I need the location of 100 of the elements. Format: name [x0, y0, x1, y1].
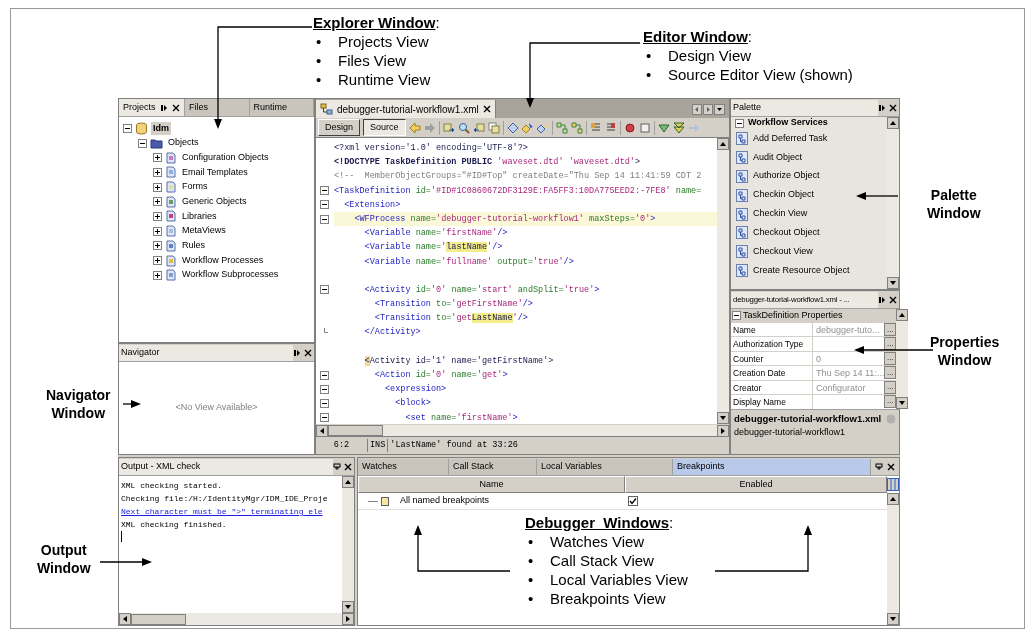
expander-icon[interactable]	[123, 123, 132, 133]
scroll-left-icon[interactable]	[119, 613, 131, 625]
close-icon[interactable]	[304, 348, 312, 357]
view-tab[interactable]: Design	[318, 119, 360, 136]
minimize-icon[interactable]	[878, 295, 886, 304]
palette-item[interactable]: Checkout View	[753, 245, 813, 259]
ellipsis-button[interactable]: ...	[884, 380, 897, 394]
scrollbar-thumb[interactable]	[131, 613, 186, 625]
scroll-up-icon[interactable]	[887, 493, 899, 505]
expander-icon[interactable]	[138, 138, 147, 148]
scroll-right-icon[interactable]	[717, 424, 729, 437]
pin-icon[interactable]	[333, 462, 341, 471]
scroll-up-icon[interactable]	[342, 476, 354, 488]
palette-item[interactable]: Create Resource Object	[753, 263, 850, 278]
double-triangle-icon[interactable]	[672, 121, 685, 134]
expander-icon[interactable]	[153, 182, 162, 192]
close-icon[interactable]	[171, 103, 180, 112]
square-icon[interactable]	[638, 121, 651, 134]
expander-icon[interactable]	[153, 153, 162, 163]
palette-category[interactable]: Workflow Services	[748, 117, 828, 130]
fold-icon[interactable]	[319, 200, 329, 210]
expander-icon[interactable]	[735, 118, 744, 128]
checkbox[interactable]	[628, 496, 638, 506]
minimize-icon[interactable]	[878, 103, 886, 112]
palette-item[interactable]: Authorize Object	[753, 169, 820, 183]
expander-icon[interactable]	[153, 241, 162, 251]
expander-icon[interactable]	[153, 211, 162, 221]
triangle-down-icon[interactable]	[657, 121, 670, 134]
expander-icon[interactable]	[732, 311, 741, 320]
debugger-tab[interactable]: Watches	[358, 458, 449, 475]
dropdown-icon[interactable]	[714, 104, 725, 115]
diamond-arrow-icon[interactable]	[521, 121, 534, 134]
close-icon[interactable]	[887, 462, 895, 471]
pin-icon[interactable]	[875, 462, 883, 471]
scrollbar-thumb[interactable]	[328, 425, 383, 436]
palette-item[interactable]: Checkin View	[753, 207, 808, 221]
debugger-tab[interactable]: Call Stack	[449, 458, 537, 475]
expander-icon[interactable]	[153, 197, 162, 207]
scroll-tabs-right-icon[interactable]	[703, 104, 713, 115]
panel-tab[interactable]: Projects	[119, 99, 185, 116]
column-header[interactable]: Name	[358, 476, 625, 493]
column-header[interactable]: Enabled	[625, 476, 887, 493]
scroll-up-icon[interactable]	[896, 309, 909, 321]
close-icon[interactable]	[889, 103, 897, 112]
tree-item[interactable]: Objects	[166, 136, 201, 150]
minimize-icon[interactable]	[159, 103, 168, 112]
scroll-left-icon[interactable]	[316, 424, 328, 437]
minimize-icon[interactable]	[293, 348, 301, 357]
expander-icon[interactable]	[153, 270, 162, 280]
output-link[interactable]: Next character must be ">" terminating ele	[121, 505, 342, 518]
tree-item[interactable]: Generic Objects	[180, 195, 249, 209]
fold-icon[interactable]	[319, 285, 329, 295]
property-value[interactable]: 0	[813, 351, 885, 366]
fold-icon[interactable]	[319, 214, 329, 224]
tree-item[interactable]: MetaViews	[180, 224, 228, 238]
documents-icon[interactable]	[487, 121, 500, 134]
vertical-scrollbar[interactable]	[887, 117, 899, 289]
panel-tab[interactable]: Files	[185, 99, 250, 116]
tree-item[interactable]: Libraries	[180, 209, 219, 224]
vertical-scrollbar[interactable]	[896, 309, 909, 409]
scroll-down-icon[interactable]	[896, 397, 909, 409]
ellipsis-button[interactable]: ...	[884, 394, 897, 408]
document-arrow-icon[interactable]	[472, 121, 485, 134]
tree-item[interactable]: Workflow Processes	[180, 253, 266, 268]
vertical-scrollbar[interactable]	[887, 493, 899, 625]
tree-item[interactable]: Forms	[180, 180, 210, 194]
palette-item[interactable]: Checkout Object	[753, 226, 820, 240]
horizontal-scrollbar[interactable]	[316, 424, 729, 436]
diamond-arrow-icon[interactable]	[536, 121, 549, 134]
scroll-down-icon[interactable]	[342, 601, 354, 613]
expander-icon[interactable]	[153, 167, 162, 177]
close-icon[interactable]	[344, 462, 352, 471]
debugger-tab[interactable]: Local Variables	[537, 458, 673, 475]
scroll-down-icon[interactable]	[887, 613, 899, 625]
tree-item[interactable]: Rules	[180, 239, 207, 253]
fold-icon[interactable]	[319, 384, 329, 394]
tree-item[interactable]: Idm	[151, 121, 171, 136]
ellipsis-button[interactable]: ...	[884, 323, 897, 336]
ellipsis-button[interactable]: ...	[884, 366, 897, 380]
palette-item[interactable]: Add Deferred Task	[753, 131, 828, 146]
fold-icon[interactable]	[319, 370, 329, 380]
vertical-scrollbar[interactable]	[717, 138, 729, 424]
scroll-up-icon[interactable]	[717, 138, 729, 150]
scroll-right-icon[interactable]	[342, 613, 354, 625]
panel-tab[interactable]: Runtime	[249, 99, 314, 116]
vertical-scrollbar[interactable]	[342, 476, 354, 613]
column-chooser-icon[interactable]	[887, 476, 899, 493]
bookmark-list-icon[interactable]	[604, 121, 617, 134]
scroll-tabs-left-icon[interactable]	[692, 104, 702, 115]
scroll-down-icon[interactable]	[717, 412, 729, 424]
fold-icon[interactable]	[319, 398, 329, 408]
scroll-down-icon[interactable]	[887, 277, 899, 289]
record-icon[interactable]	[623, 121, 636, 134]
tree-item[interactable]: Configuration Objects	[180, 150, 271, 165]
diamond-icon[interactable]	[506, 121, 519, 134]
tree-item[interactable]: Email Templates	[180, 165, 250, 180]
palette-item[interactable]: Checkin Object	[753, 188, 815, 202]
view-tab[interactable]: Source	[363, 119, 406, 136]
palette-item[interactable]: Audit Object	[753, 150, 803, 165]
fold-icon[interactable]	[319, 413, 329, 423]
